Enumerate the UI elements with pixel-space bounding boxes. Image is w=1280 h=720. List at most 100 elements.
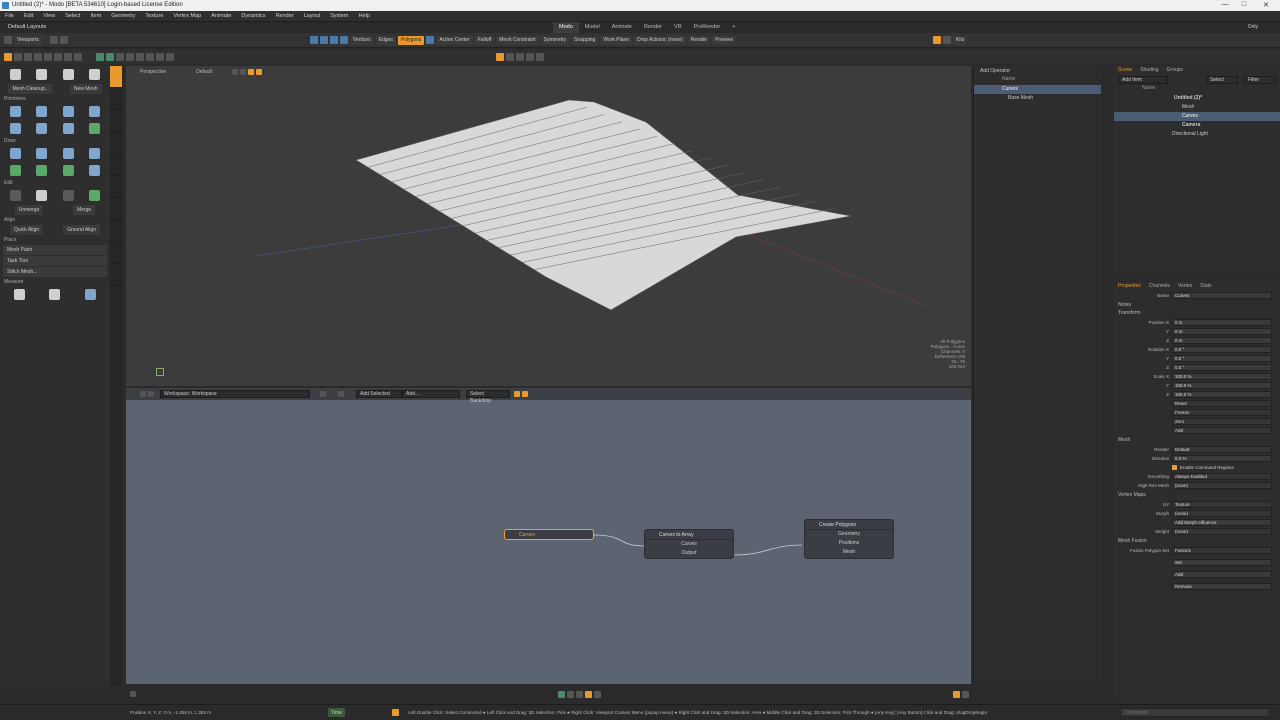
select-icon[interactable] <box>309 36 318 44</box>
render-button[interactable]: Render <box>687 35 711 45</box>
draw-shape-icon[interactable] <box>89 148 101 159</box>
layout-selector[interactable]: Default Layouts <box>8 24 46 30</box>
torus-icon[interactable] <box>9 123 21 134</box>
record-icon[interactable] <box>392 709 399 716</box>
sync-icon[interactable] <box>558 690 565 698</box>
tab-channels[interactable]: Channels <box>1145 282 1174 291</box>
cut-icon[interactable] <box>9 190 21 201</box>
dimension-icon[interactable] <box>49 289 61 300</box>
layout-toggle-icon[interactable] <box>953 690 960 698</box>
time-button[interactable]: Time <box>328 708 345 717</box>
paint-select-icon[interactable] <box>329 36 338 44</box>
view-options-icon[interactable] <box>536 53 544 61</box>
tab-prorender[interactable]: ProRender <box>688 22 727 33</box>
curves-to-array-node[interactable]: Curves to Array Curves Output <box>644 529 734 559</box>
high-res-dropdown[interactable]: (none) <box>1172 482 1272 489</box>
menu-system[interactable]: System <box>325 11 353 22</box>
cylinder-icon[interactable] <box>36 123 48 134</box>
fit-icon[interactable] <box>576 690 583 698</box>
pen-primitive-icon[interactable] <box>89 123 101 134</box>
menu-item[interactable]: Item <box>85 11 106 22</box>
quick-align-button[interactable]: Quick Align <box>10 225 44 235</box>
menu-texture[interactable]: Texture <box>140 11 168 22</box>
drop-actions-dropdown[interactable]: Drop Actions: (none) <box>634 35 686 45</box>
vertex-maps-heading[interactable]: Vertex Maps <box>1114 490 1280 500</box>
cone-icon[interactable] <box>89 106 101 117</box>
draw-curve-icon[interactable] <box>9 148 21 159</box>
display-icon[interactable] <box>96 53 104 61</box>
tab-render[interactable]: Render <box>638 22 668 33</box>
pen-icon[interactable] <box>89 69 101 80</box>
filter-button[interactable]: Filter <box>1244 76 1276 84</box>
zoom-icon[interactable] <box>166 53 174 61</box>
menu-animate[interactable]: Animate <box>206 11 236 22</box>
snap-icon[interactable] <box>516 53 524 61</box>
draw-line-icon[interactable] <box>62 148 74 159</box>
transform-heading[interactable]: Transform <box>1114 310 1280 318</box>
edges-mode-button[interactable]: Edges <box>375 35 396 45</box>
new-mesh-button[interactable]: New Mesh <box>69 84 102 94</box>
tab-modo[interactable]: Modo <box>553 22 579 33</box>
tool-icon[interactable] <box>36 69 48 80</box>
snapping-button[interactable]: Snapping <box>571 35 599 45</box>
scene-item-camera[interactable]: Camera <box>1114 121 1280 130</box>
link-toggle-icon[interactable] <box>594 690 601 698</box>
visibility-icon[interactable] <box>106 53 114 61</box>
render-dropdown[interactable]: Default <box>1172 446 1272 453</box>
reflection-icon[interactable] <box>146 53 154 61</box>
tab-vr[interactable]: VR <box>668 22 688 33</box>
tab-duplicate[interactable] <box>110 132 122 154</box>
scale-y-field[interactable]: 100.0 % <box>1172 382 1272 389</box>
tab-scene[interactable]: Scene <box>1114 66 1136 75</box>
tab-fusion[interactable] <box>110 264 122 286</box>
position-x-field[interactable]: 0 m <box>1172 319 1272 326</box>
tab-basic[interactable] <box>110 66 122 88</box>
symmetry-button[interactable]: Symmetry <box>540 35 570 45</box>
toggle-icon[interactable] <box>526 53 534 61</box>
vertices-mode-button[interactable]: Vertices <box>349 35 374 45</box>
scale-z-field[interactable]: 100.0 % <box>1172 391 1272 398</box>
freeze-dropdown[interactable]: Freeze <box>1172 409 1272 416</box>
mesh-icon[interactable] <box>62 69 74 80</box>
materials-icon[interactable] <box>426 36 435 44</box>
command-regions-checkbox[interactable] <box>1172 465 1177 470</box>
scene-item-root[interactable]: Untitled (2)* <box>1114 94 1280 103</box>
dissolve-field[interactable]: 0.0 % <box>1172 455 1272 462</box>
panel-icon[interactable] <box>962 690 969 698</box>
delete-icon[interactable] <box>89 190 101 201</box>
node-port[interactable]: Curves <box>645 540 733 549</box>
tab-shading[interactable]: Shading <box>1136 66 1162 75</box>
work-plane-button[interactable]: Work Plane <box>600 35 633 45</box>
wireframe-icon[interactable] <box>116 53 124 61</box>
viewports-button[interactable]: Viewports <box>14 35 42 45</box>
element-move-icon[interactable] <box>54 53 62 61</box>
menu-vertex-map[interactable]: Vertex Map <box>168 11 206 22</box>
tube-icon[interactable] <box>89 165 101 176</box>
falloff-button[interactable]: Falloff <box>474 35 495 45</box>
add-dropdown[interactable]: Add <box>1172 427 1272 434</box>
menu-layout[interactable]: Layout <box>299 11 326 22</box>
tab-model[interactable]: Model <box>579 22 606 33</box>
snap-grid-icon[interactable] <box>506 53 514 61</box>
node-port[interactable]: Output <box>645 549 733 558</box>
uv-dropdown[interactable]: Texture <box>1172 501 1272 508</box>
unmerge-button[interactable]: Unmerge <box>14 205 44 215</box>
3d-viewport[interactable]: Perspective Default All Polygons Polygon… <box>126 66 971 386</box>
draw-polygon-icon[interactable] <box>36 148 48 159</box>
tab-vertex[interactable]: Vertex <box>1174 282 1196 291</box>
tab-properties[interactable]: Properties <box>1114 282 1145 291</box>
snap-toggle-icon[interactable] <box>585 690 592 698</box>
transform-icon[interactable] <box>44 53 52 61</box>
move-icon[interactable] <box>14 53 22 61</box>
tab-edge[interactable] <box>110 198 122 220</box>
fusion-add-button[interactable]: Add <box>1172 571 1272 578</box>
add-item-button[interactable]: Add Item <box>1118 76 1168 84</box>
notes-heading[interactable]: Notes <box>1114 300 1280 310</box>
action-center-button[interactable]: Action Center <box>436 35 473 45</box>
disc-icon[interactable] <box>62 106 74 117</box>
smoothing-dropdown[interactable]: Always Enabled <box>1172 473 1272 480</box>
menu-select[interactable]: Select <box>60 11 85 22</box>
add-tab-button[interactable]: + <box>726 22 741 33</box>
menu-dynamics[interactable]: Dynamics <box>236 11 270 22</box>
add-morph-button[interactable]: Add Morph Influence <box>1172 519 1272 526</box>
